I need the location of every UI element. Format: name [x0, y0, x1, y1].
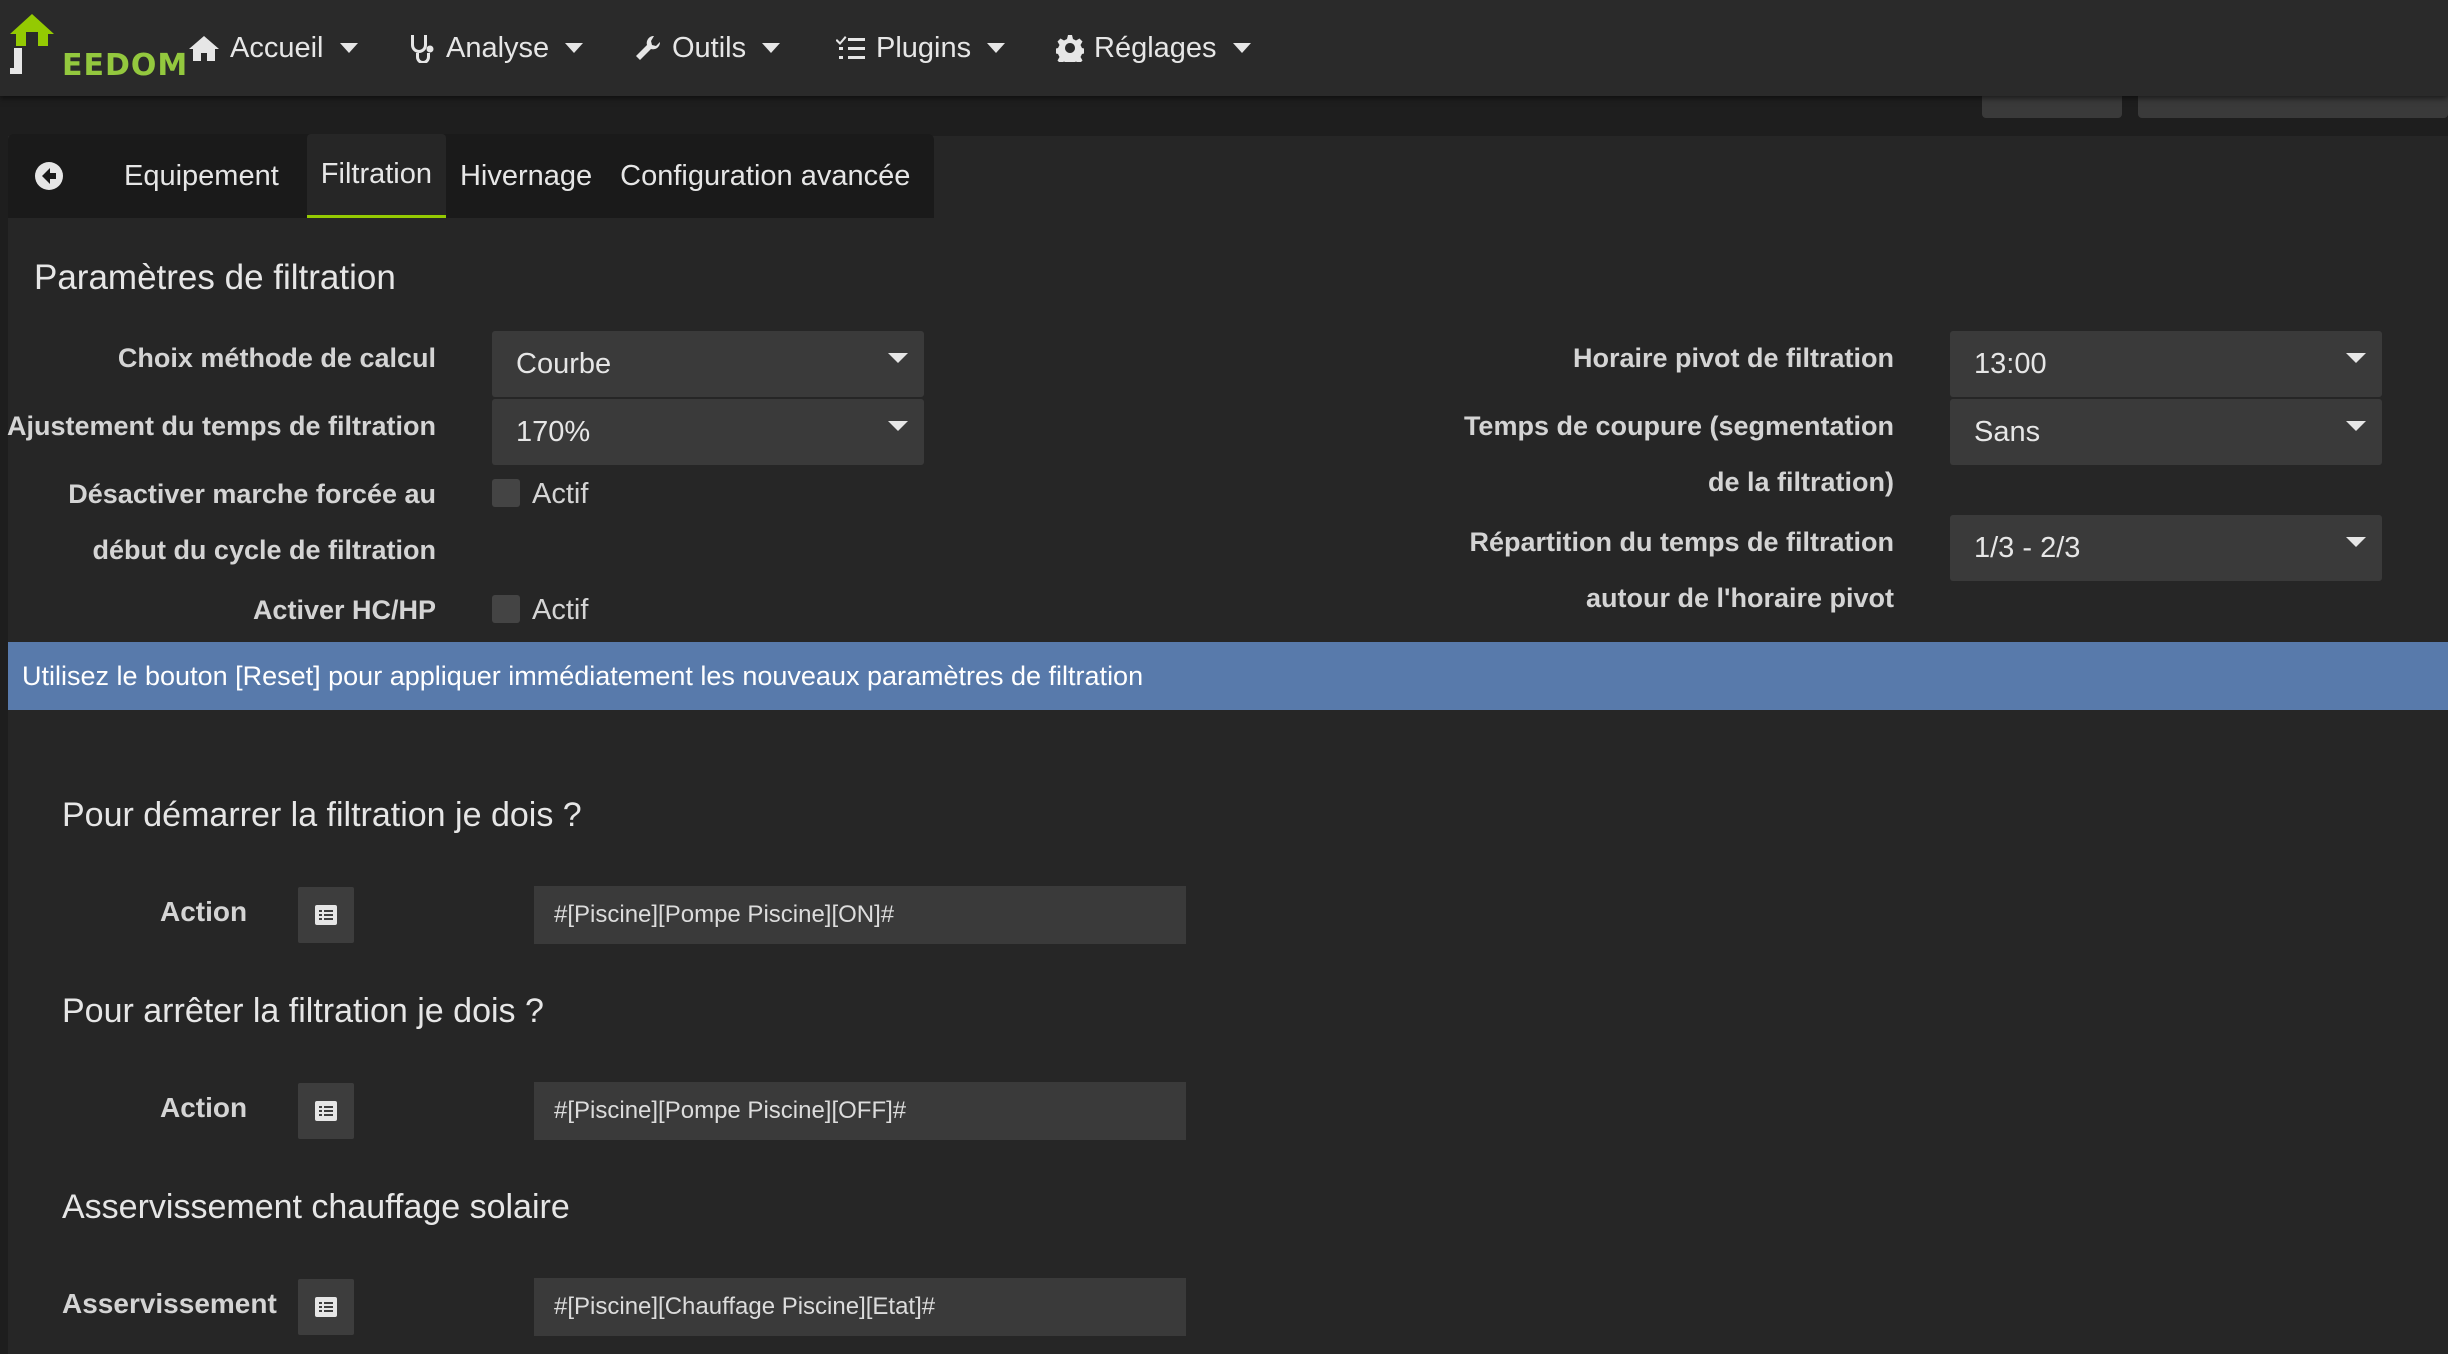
repartition-value: 1/3 - 2/3	[1974, 532, 2081, 564]
label-asservissement: Asservissement	[62, 1288, 277, 1319]
desactiver-marche-checkbox-label: Actif	[532, 478, 589, 510]
select-command-button[interactable]	[298, 887, 354, 943]
home-icon	[189, 36, 219, 61]
label-horaire-pivot: Horaire pivot de filtration	[1572, 343, 1894, 373]
chevron-down-icon	[888, 421, 908, 431]
chevron-down-icon	[2346, 353, 2366, 363]
command-input-demarrer[interactable]: #[Piscine][Pompe Piscine][ON]#	[534, 886, 1186, 944]
info-alert: Utilisez le bouton [Reset] pour applique…	[8, 642, 2448, 710]
back-tab[interactable]	[8, 134, 92, 218]
tab-filtration-label: Filtration	[320, 158, 432, 190]
temps-coupure-select[interactable]: Sans	[1950, 399, 2382, 465]
house-logo-icon	[10, 14, 54, 74]
activer-hchp-checkbox-label: Actif	[532, 594, 589, 626]
methode-calcul-select[interactable]: Courbe	[492, 331, 924, 397]
horaire-pivot-select[interactable]: 13:00	[1950, 331, 2382, 397]
label-temps-coupure-line2: de la filtration)	[1707, 467, 1894, 497]
tab-hivernage-label: Hivernage	[459, 159, 593, 192]
nav-outils-label: Outils	[672, 31, 747, 64]
gear-icon	[1056, 35, 1084, 62]
label-temps-coupure-line1: Temps de coupure (segmentation	[1463, 411, 1894, 441]
wrench-icon	[636, 35, 661, 60]
list-alt-icon	[315, 1101, 337, 1121]
temps-coupure-value: Sans	[1974, 416, 2041, 448]
chevron-down-icon	[987, 43, 1006, 53]
top-navbar: EEDOM Accueil Analyse Outils Plugins Rég…	[0, 0, 2448, 96]
nav-reglages-label: Réglages	[1094, 31, 1217, 64]
tab-equipement[interactable]: Equipement	[92, 134, 307, 218]
arrow-circle-left-icon	[35, 162, 63, 190]
nav-outils[interactable]: Outils	[634, 26, 781, 70]
command-input-arreter[interactable]: #[Piscine][Pompe Piscine][OFF]#	[534, 1082, 1186, 1140]
chevron-down-icon	[2346, 421, 2366, 431]
section-title-demarrer: Pour démarrer la filtration je dois ?	[62, 796, 582, 834]
list-alt-icon	[315, 905, 337, 925]
list-alt-icon	[315, 1297, 337, 1317]
nav-accueil-label: Accueil	[230, 31, 324, 64]
desactiver-marche-checkbox[interactable]	[492, 479, 520, 507]
select-command-button[interactable]	[298, 1279, 354, 1335]
tab-configuration-avancee[interactable]: Configuration avancée	[606, 134, 934, 218]
horaire-pivot-value: 13:00	[1974, 348, 2047, 380]
nav-analyse-label: Analyse	[446, 31, 550, 64]
select-command-button[interactable]	[298, 1083, 354, 1139]
chevron-down-icon	[1232, 43, 1251, 53]
label-desactiver-marche-line1: Désactiver marche forcée au	[68, 479, 436, 509]
repartition-select[interactable]: 1/3 - 2/3	[1950, 515, 2382, 581]
chevron-down-icon	[762, 43, 781, 53]
tab-filtration[interactable]: Filtration	[306, 134, 446, 218]
section-title-solaire: Asservissement chauffage solaire	[62, 1188, 570, 1226]
nav-reglages[interactable]: Réglages	[1056, 26, 1251, 70]
stethoscope-icon	[411, 35, 434, 63]
ajustement-temps-select[interactable]: 170%	[492, 399, 924, 465]
label-desactiver-marche-line2: début du cycle de filtration	[92, 535, 436, 565]
section-title-filtration: Paramètres de filtration	[34, 258, 396, 297]
nav-analyse[interactable]: Analyse	[408, 26, 584, 70]
nav-accueil[interactable]: Accueil	[188, 26, 358, 70]
label-repartition-line1: Répartition du temps de filtration	[1469, 527, 1894, 557]
logo-text: EEDOM	[62, 48, 189, 83]
chevron-down-icon	[565, 43, 584, 53]
label-action-demarrer: Action	[160, 896, 248, 927]
section-title-arreter: Pour arrêter la filtration je dois ?	[62, 992, 544, 1030]
label-methode-calcul: Choix méthode de calcul	[117, 343, 436, 373]
equipment-panel	[8, 136, 2448, 1354]
list-check-icon	[836, 36, 865, 59]
tab-configuration-avancee-label: Configuration avancée	[620, 159, 911, 192]
tab-hivernage[interactable]: Hivernage	[446, 134, 606, 218]
chevron-down-icon	[2346, 537, 2366, 547]
command-input-asservissement[interactable]: #[Piscine][Chauffage Piscine][Etat]#	[534, 1278, 1186, 1336]
label-action-arreter: Action	[160, 1092, 248, 1123]
ajustement-temps-value: 170%	[516, 416, 591, 448]
jeedom-logo[interactable]: EEDOM	[8, 12, 187, 83]
methode-calcul-value: Courbe	[516, 348, 612, 380]
chevron-down-icon	[888, 353, 908, 363]
label-repartition-line2: autour de l'horaire pivot	[1586, 583, 1894, 613]
activer-hchp-checkbox[interactable]	[492, 595, 520, 623]
tab-equipement-label: Equipement	[124, 159, 279, 192]
nav-plugins[interactable]: Plugins	[836, 26, 1006, 70]
chevron-down-icon	[339, 43, 358, 53]
nav-plugins-label: Plugins	[876, 31, 972, 64]
equipment-tabs: Equipement Filtration Hivernage Configur…	[8, 134, 935, 218]
label-ajustement-temps: Ajustement du temps de filtration	[6, 411, 436, 441]
label-activer-hchp: Activer HC/HP	[252, 595, 436, 625]
